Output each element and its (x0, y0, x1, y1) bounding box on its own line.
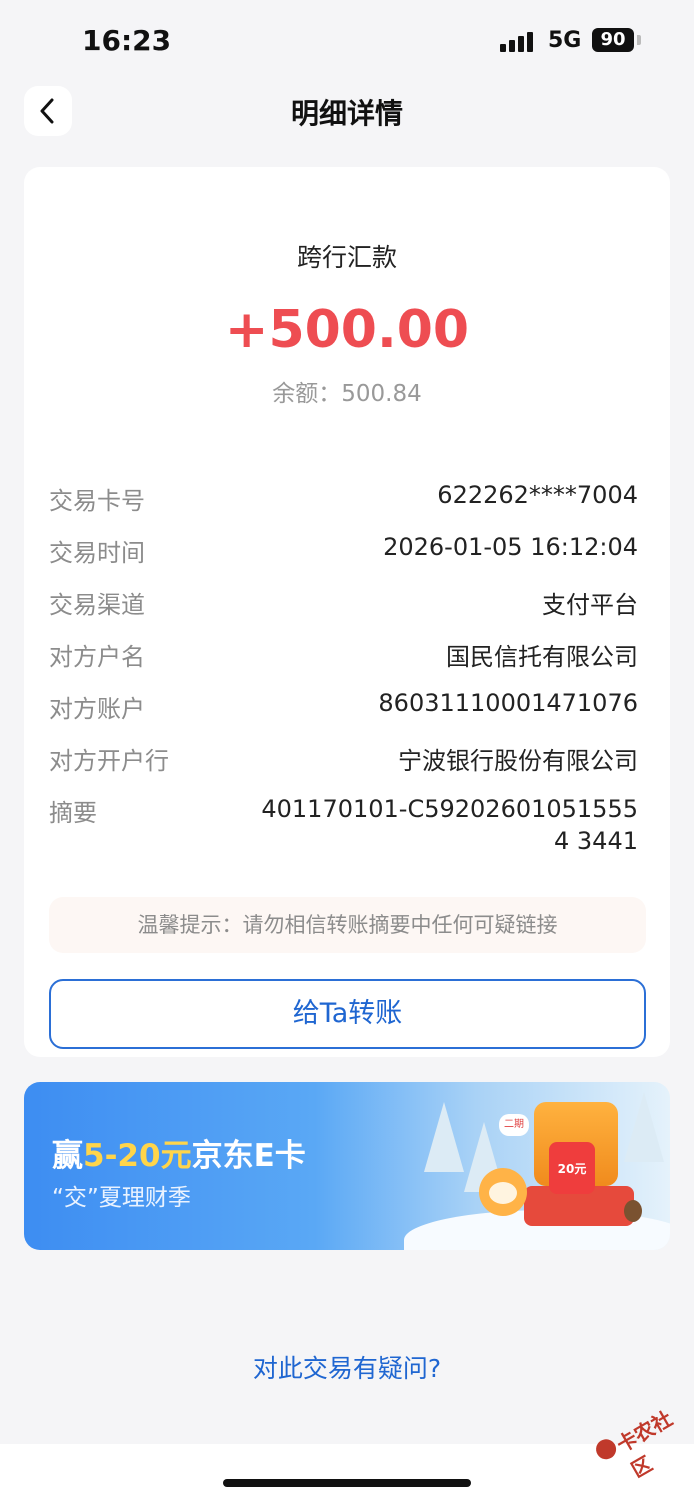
signal-icon (500, 30, 536, 52)
question-link[interactable]: 对此交易有疑问? (0, 1349, 694, 1385)
tree-icon (424, 1102, 464, 1172)
promo-banner[interactable]: 20元 二期 赢5-20元京东E卡 “交”夏理财季 (24, 1082, 670, 1250)
detail-row-payer-name: 对方户名 国民信托有限公司 (49, 637, 638, 677)
detail-row-payer-account: 对方账户 86031110001471076 (49, 689, 638, 729)
banner-title: 赢5-20元京东E卡 (52, 1130, 306, 1175)
detail-row-card-no: 交易卡号 622262****7004 (49, 481, 638, 521)
detail-value: 宁波银行股份有限公司 (398, 747, 638, 775)
detail-label: 对方开户行 (49, 747, 169, 775)
pinecone-icon (624, 1200, 642, 1222)
mascot-face (489, 1182, 517, 1204)
detail-label: 交易卡号 (49, 487, 145, 515)
bottom-bar (0, 1444, 694, 1500)
detail-row-payer-bank: 对方开户行 宁波银行股份有限公司 (49, 741, 638, 781)
battery-icon: 90 (592, 28, 634, 52)
detail-value: 622262****7004 (437, 481, 638, 509)
banner-title-highlight: 5-20元 (83, 1138, 192, 1174)
transaction-amount: +500.00 (224, 300, 470, 360)
detail-row-channel: 交易渠道 支付平台 (49, 585, 638, 625)
detail-label: 对方户名 (49, 643, 145, 671)
status-time: 16:23 (82, 24, 172, 57)
banner-title-suffix: 京东E卡 (191, 1138, 306, 1174)
detail-value: 国民信托有限公司 (446, 643, 638, 671)
page-title: 明细详情 (290, 97, 403, 130)
detail-label: 摘要 (49, 799, 97, 827)
detail-row-time: 交易时间 2026-01-05 16:12:04 (49, 533, 638, 573)
network-type: 5G (548, 28, 582, 53)
detail-value: 86031110001471076 (378, 689, 638, 717)
detail-row-memo: 摘要 401170101-C592026010515554 3441 (49, 793, 638, 863)
detail-value: 支付平台 (542, 591, 638, 619)
badge-label: 20元 (557, 1162, 587, 1176)
transfer-button[interactable]: 给Ta转账 (49, 979, 646, 1049)
detail-value: 2026-01-05 16:12:04 (383, 533, 638, 561)
transaction-type: 跨行汇款 (296, 243, 397, 272)
status-bar: 16:23 5G 90 (0, 0, 694, 84)
banner-title-prefix: 赢 (52, 1138, 83, 1174)
battery-tip (637, 35, 641, 45)
detail-label: 交易渠道 (49, 591, 145, 619)
balance-text: 余额：500.84 (272, 381, 422, 407)
tree-icon (624, 1092, 664, 1162)
detail-label: 交易时间 (49, 539, 145, 567)
detail-value: 401170101-C592026010515554 3441 (261, 795, 638, 855)
detail-label: 对方账户 (49, 695, 145, 723)
speech-bubble: 二期 (499, 1114, 529, 1136)
warning-tip: 温馨提示：请勿相信转账摘要中任何可疑链接 (49, 897, 646, 953)
home-indicator[interactable] (223, 1479, 471, 1487)
banner-subtitle: “交”夏理财季 (52, 1185, 191, 1211)
